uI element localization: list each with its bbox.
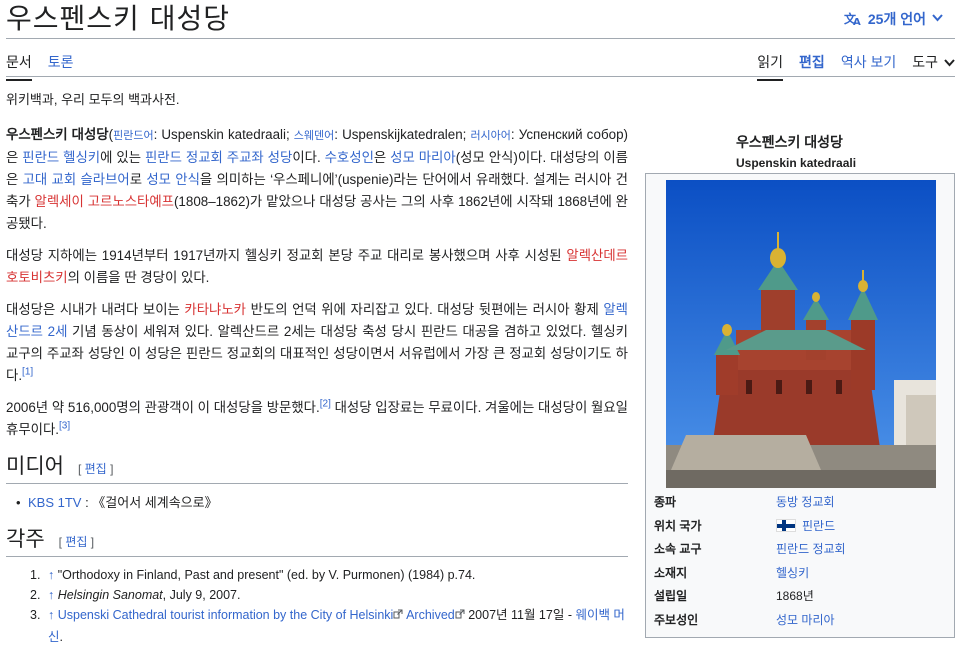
- tools-label: 도구: [912, 54, 938, 70]
- external-link-icon: [393, 609, 403, 622]
- site-tagline: 위키백과, 우리 모두의 백과사전.: [6, 92, 180, 107]
- infobox: 종파 동방 정교회 위치 국가 핀란드 소속 교구 핀란드 정교회 소재지 헬싱…: [645, 173, 955, 638]
- infobox-value-link[interactable]: 헬싱키: [776, 566, 809, 580]
- infobox-value: 1868년: [776, 589, 814, 604]
- infobox-table: 종파 동방 정교회 위치 국가 핀란드 소속 교구 핀란드 정교회 소재지 헬싱…: [650, 490, 950, 631]
- external-link-icon: [455, 609, 465, 622]
- infobox-row: 소재지 헬싱키: [654, 565, 810, 580]
- article-body: 우스펜스키 대성당(핀란드어: Uspenskin katedraali; 스웨…: [6, 124, 628, 647]
- chevron-down-icon: [932, 13, 943, 25]
- link-archived[interactable]: Archived: [406, 608, 455, 622]
- section-edit: [ 편집 ]: [58, 535, 95, 549]
- media-list-item: KBS 1TV : 《걸어서 세계속으로》: [6, 492, 628, 514]
- translate-icon: 文A: [844, 10, 862, 29]
- redlink-architect[interactable]: 알렉세이 고르노스타예프: [35, 194, 174, 209]
- reference-item: 2. ↑ Helsingin Sanomat, July 9, 2007.: [30, 588, 241, 602]
- link-kbs1tv[interactable]: KBS 1TV: [28, 495, 81, 510]
- ref-3[interactable]: [3]: [59, 421, 70, 432]
- language-button[interactable]: 文A 25개 언어: [844, 9, 943, 29]
- article-subject: 우스펜스키 대성당: [6, 127, 109, 142]
- edit-notes-link[interactable]: 편집: [65, 535, 87, 549]
- chevron-down-icon: [944, 54, 955, 70]
- ref-2[interactable]: [2]: [320, 399, 331, 410]
- reference-item: 3. ↑ Uspenski Cathedral tourist informat…: [30, 608, 625, 644]
- redlink-katajanokka[interactable]: 카타냐노카: [184, 302, 246, 317]
- title-divider: [6, 38, 955, 39]
- link-helsinki[interactable]: 헬싱키: [63, 150, 100, 165]
- references-list: 1. ↑ "Orthodoxy in Finland, Past and pre…: [6, 565, 628, 647]
- link-finland[interactable]: 핀란드: [22, 150, 59, 165]
- link-russian-language[interactable]: 러시아어: [470, 130, 510, 142]
- backlink-arrow[interactable]: ↑: [48, 608, 54, 622]
- paragraph-location: 대성당은 시내가 내려다 보이는 카타냐노카 반도의 언덕 위에 자리잡고 있다…: [6, 302, 628, 383]
- edit-media-link[interactable]: 편집: [85, 462, 107, 476]
- paragraph-visitors: 2006년 약 516,000명의 관광객이 이 대성당을 방문했다.[2] 대…: [6, 398, 628, 437]
- link-virgin-mary[interactable]: 성모 마리아: [390, 150, 456, 165]
- tabs-divider: [6, 76, 955, 77]
- paragraph-intro: 우스펜스키 대성당(핀란드어: Uspenskin katedraali; 스웨…: [6, 127, 628, 231]
- svg-text:A: A: [853, 17, 861, 26]
- language-button-label: 25개 언어: [867, 11, 926, 27]
- link-orthodox-church[interactable]: 핀란드 정교회 주교좌 성당: [145, 150, 292, 165]
- link-church-slavonic[interactable]: 고대 교회 슬라브어: [23, 172, 130, 187]
- infobox-row: 설립일 1868년: [650, 584, 950, 608]
- infobox-title: 우스펜스키 대성당: [736, 134, 843, 150]
- infobox-value-link[interactable]: 핀란드: [802, 519, 835, 533]
- section-heading-media: 미디어 [ 편집 ]: [6, 455, 628, 484]
- ref-1[interactable]: [1]: [22, 367, 33, 378]
- infobox-row: 종파 동방 정교회: [654, 495, 835, 510]
- infobox-row: 소속 교구 핀란드 정교회: [654, 542, 846, 557]
- infobox-row: 위치 국가 핀란드: [654, 518, 836, 533]
- paragraph-crypt: 대성당 지하에는 1914년부터 1917년까지 헬싱키 정교회 본당 주교 대…: [6, 248, 628, 285]
- tools-menu[interactable]: 도구: [912, 52, 955, 79]
- cathedral-photo[interactable]: [666, 180, 936, 488]
- infobox-value-link[interactable]: 핀란드 정교회: [776, 542, 846, 556]
- page-title: 우스펜스키 대성당: [6, 2, 230, 35]
- finland-flag-icon: [776, 518, 796, 532]
- tab-history[interactable]: 역사 보기: [841, 52, 896, 79]
- infobox-subtitle: Uspenskin katedraali: [736, 156, 857, 170]
- link-dormition[interactable]: 성모 안식: [146, 172, 200, 187]
- backlink-arrow[interactable]: ↑: [48, 568, 54, 582]
- infobox-caption: 우스펜스키 대성당 Uspenskin katedraali: [736, 132, 856, 170]
- infobox-row: 주보성인 성모 마리아: [654, 612, 835, 627]
- backlink-arrow[interactable]: ↑: [48, 588, 54, 602]
- section-heading-notes: 각주 [ 편집 ]: [6, 528, 628, 557]
- link-finnish-language[interactable]: 핀란드어: [113, 130, 153, 142]
- infobox-value-link[interactable]: 성모 마리아: [776, 613, 835, 627]
- tab-edit[interactable]: 편집: [799, 52, 825, 79]
- link-swedish-language[interactable]: 스웨덴어: [294, 130, 334, 142]
- link-patron-saint[interactable]: 수호성인: [325, 150, 374, 165]
- link-tourist-info[interactable]: Uspenski Cathedral tourist information b…: [58, 608, 394, 622]
- section-edit: [ 편집 ]: [77, 462, 114, 476]
- infobox-value-link[interactable]: 동방 정교회: [776, 495, 835, 509]
- reference-item: 1. ↑ "Orthodoxy in Finland, Past and pre…: [30, 568, 476, 582]
